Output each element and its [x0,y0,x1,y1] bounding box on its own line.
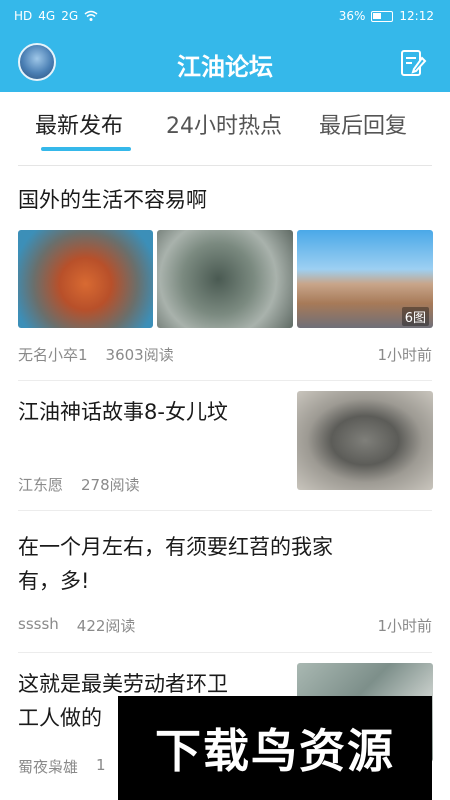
divider [18,165,432,166]
tab-bar: 最新发布 24小时热点 最后回复 [0,92,450,162]
author-name: ssssh [18,615,59,633]
status-left: HD 4G 2G [14,9,98,23]
post-image[interactable]: 6图 [297,230,433,328]
divider [18,380,432,381]
signal-4g-icon: 4G [38,9,56,23]
post-image[interactable] [297,391,433,490]
status-right: 36% 12:12 [339,9,434,23]
post-meta: 江东愿 278阅读 [18,474,140,495]
tab-latest[interactable]: 最新发布 [35,108,123,140]
post-time: 1小时前 [377,346,432,364]
post-image[interactable] [157,230,293,328]
read-count: 3603阅读 [105,346,174,364]
signal-2g-icon: 2G [61,9,79,23]
post-title[interactable]: 在一个月左右，有须要红苕的我家 有，多! [18,530,333,598]
divider [18,652,432,653]
clock: 12:12 [399,9,434,23]
app-header: 江油论坛 [0,34,450,92]
post-image[interactable] [18,230,153,328]
tab-24h-hot[interactable]: 24小时热点 [166,108,282,140]
network-label: HD [14,9,33,23]
read-count: 1 [96,756,106,774]
read-count: 278阅读 [81,476,140,494]
post-meta: ssssh 422阅读 [18,615,135,636]
post-time: 1小时前 [377,617,432,635]
divider [18,510,432,511]
author-name: 无名小卒1 [18,346,88,364]
wifi-icon [84,10,98,21]
compose-icon[interactable] [398,48,428,78]
image-count-badge: 6图 [401,307,429,326]
post-meta: 蜀夜枭雄 1 [18,756,106,777]
read-count: 422阅读 [76,617,136,635]
active-tab-indicator [41,147,131,151]
post-title-line: 在一个月左右，有须要红苕的我家 [18,535,333,559]
post-title-line: 有，多! [18,569,90,593]
author-name: 蜀夜枭雄 [18,758,79,776]
post-title[interactable]: 江油神话故事8-女儿坟 [18,395,228,429]
author-name: 江东愿 [18,476,64,494]
post-meta: 无名小卒1 3603阅读 [18,344,174,365]
post-title[interactable]: 国外的生活不容易啊 [18,183,207,217]
tab-last-reply[interactable]: 最后回复 [319,108,407,140]
battery-icon [371,10,394,22]
battery-percent: 36% [338,9,366,23]
status-bar: HD 4G 2G 36% 12:12 [0,0,450,34]
page-title: 江油论坛 [177,53,273,81]
watermark-banner: 下载鸟资源 [118,696,432,800]
